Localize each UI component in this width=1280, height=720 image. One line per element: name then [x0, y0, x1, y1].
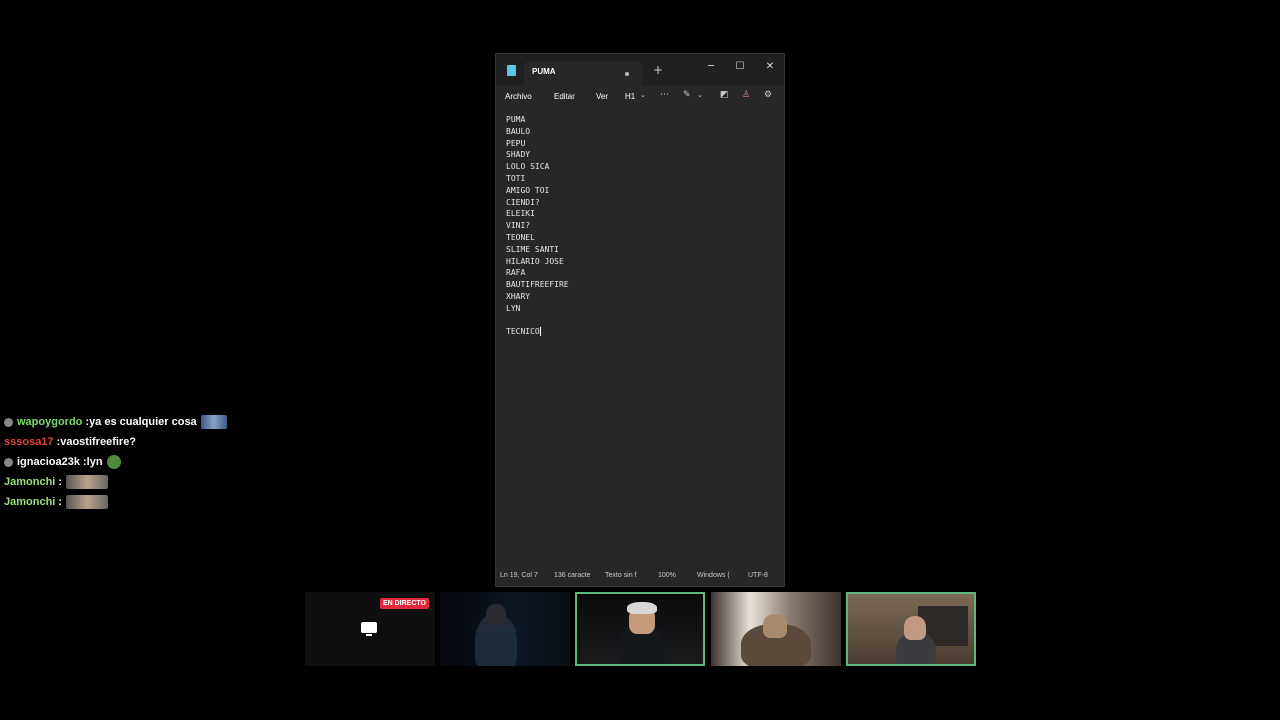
- more-options-icon[interactable]: ⋯: [660, 90, 669, 100]
- screen-share-tile[interactable]: EN DIRECTO: [305, 592, 435, 666]
- text-line[interactable]: HILARIO JOSE: [506, 256, 776, 268]
- format-tools-icon[interactable]: ✎: [683, 90, 691, 100]
- chat-username[interactable]: ignacioa23k: [17, 456, 80, 468]
- line-ending[interactable]: Windows (: [697, 572, 730, 579]
- text-editor[interactable]: PUMA BAULO PEPU SHADY LOLO SICA TOTI AMIGO TOI…: [506, 114, 776, 564]
- video-tile-participant-3[interactable]: [711, 592, 841, 666]
- text-line[interactable]: LYN: [506, 303, 776, 315]
- text-line[interactable]: BAULO: [506, 126, 776, 138]
- menu-ver[interactable]: Ver: [596, 92, 608, 101]
- chat-text: vaostifreefire?: [60, 436, 137, 448]
- emote-image: [66, 495, 109, 509]
- chat-username[interactable]: wapoygordo: [17, 416, 82, 428]
- unsaved-dot-icon[interactable]: [625, 72, 629, 76]
- chat-separator: :: [58, 496, 63, 508]
- text-line[interactable]: AMIGO TOI: [506, 185, 776, 197]
- text-line[interactable]: BAUTIFREEFIRE: [506, 279, 776, 291]
- participant-head: [763, 614, 787, 638]
- text-line[interactable]: PEPU: [506, 138, 776, 150]
- emote-image: [200, 415, 227, 429]
- character-count: 136 caracte: [554, 572, 591, 579]
- text-line[interactable]: XHARY: [506, 291, 776, 303]
- title-bar: PUMA + ─ ☐ ✕: [496, 54, 784, 86]
- headphones: [627, 602, 657, 614]
- close-button[interactable]: ✕: [761, 58, 779, 76]
- text-line[interactable]: SLIME SANTI: [506, 244, 776, 256]
- chat-message: Jamonchi :: [4, 472, 264, 492]
- copilot-icon[interactable]: ♙: [742, 90, 750, 100]
- minimize-button[interactable]: ─: [702, 58, 720, 76]
- menu-editar[interactable]: Editar: [554, 92, 575, 101]
- chat-message: sssosa17 : vaostifreefire?: [4, 432, 264, 452]
- add-tab-button[interactable]: +: [653, 63, 663, 77]
- chat-message: Jamonchi :: [4, 492, 264, 512]
- chat-message: wapoygordo : ya es cualquier cosa: [4, 412, 264, 432]
- video-tile-participant-1[interactable]: [440, 592, 570, 666]
- live-badge: EN DIRECTO: [379, 598, 429, 609]
- chat-text: lyn: [86, 456, 103, 468]
- chevron-down-icon[interactable]: ⌄: [697, 91, 703, 99]
- chat-text: ya es cualquier cosa: [89, 416, 197, 428]
- notepad-app-icon: [507, 65, 516, 76]
- tab-puma[interactable]: PUMA: [524, 61, 642, 86]
- user-badge-icon: [4, 457, 13, 467]
- chat-username[interactable]: Jamonchi: [4, 476, 55, 488]
- text-line[interactable]: SHADY: [506, 149, 776, 161]
- menu-bar: Archivo Editar Ver H1 ⌄ ⋯ ✎ ⌄ ◩ ♙ ⚙: [496, 86, 784, 110]
- maximize-button[interactable]: ☐: [731, 58, 749, 76]
- chevron-down-icon[interactable]: ⌄: [640, 91, 646, 99]
- settings-gear-icon[interactable]: ⚙: [764, 90, 772, 100]
- emote-image: [66, 475, 109, 489]
- user-badge-icon: [4, 417, 13, 427]
- text-format[interactable]: Texto sin f: [605, 572, 637, 579]
- text-line[interactable]: ELEIKI: [506, 208, 776, 220]
- chat-username[interactable]: Jamonchi: [4, 496, 55, 508]
- chat-separator: :: [58, 476, 63, 488]
- text-line[interactable]: RAFA: [506, 267, 776, 279]
- text-caret: [539, 327, 541, 337]
- text-line[interactable]: CIENDI?: [506, 197, 776, 209]
- video-tile-participant-4[interactable]: [846, 592, 976, 666]
- chat-overlay: wapoygordo : ya es cualquier cosa sssosa1…: [4, 412, 264, 512]
- zoom-level[interactable]: 100%: [658, 572, 676, 579]
- text-line[interactable]: VINI?: [506, 220, 776, 232]
- status-bar: Ln 19, Col 7 136 caracte Texto sin f 100…: [496, 566, 784, 586]
- participant-head: [486, 604, 506, 626]
- participant-head: [904, 616, 926, 640]
- tab-label: PUMA: [532, 67, 556, 76]
- video-tile-participant-2[interactable]: [575, 592, 705, 666]
- chat-username[interactable]: sssosa17: [4, 436, 54, 448]
- menu-archivo[interactable]: Archivo: [505, 92, 532, 101]
- text-line[interactable]: TEONEL: [506, 232, 776, 244]
- cursor-position: Ln 19, Col 7: [500, 572, 538, 579]
- encoding[interactable]: UTF-8: [748, 572, 768, 579]
- text-line[interactable]: PUMA: [506, 114, 776, 126]
- text-line[interactable]: LOLO SICA: [506, 161, 776, 173]
- screen-share-icon: [361, 622, 377, 636]
- text-line[interactable]: TOTI: [506, 173, 776, 185]
- pepe-emote: [106, 455, 121, 469]
- text-line[interactable]: [506, 315, 776, 327]
- notepad-window: PUMA + ─ ☐ ✕ Archivo Editar Ver H1 ⌄ ⋯ ✎…: [495, 53, 785, 587]
- heading-dropdown[interactable]: H1: [625, 92, 635, 101]
- text-line[interactable]: TECNICO: [506, 326, 776, 338]
- announcement-icon[interactable]: ◩: [720, 90, 729, 100]
- chat-message: ignacioa23k : lyn: [4, 452, 264, 472]
